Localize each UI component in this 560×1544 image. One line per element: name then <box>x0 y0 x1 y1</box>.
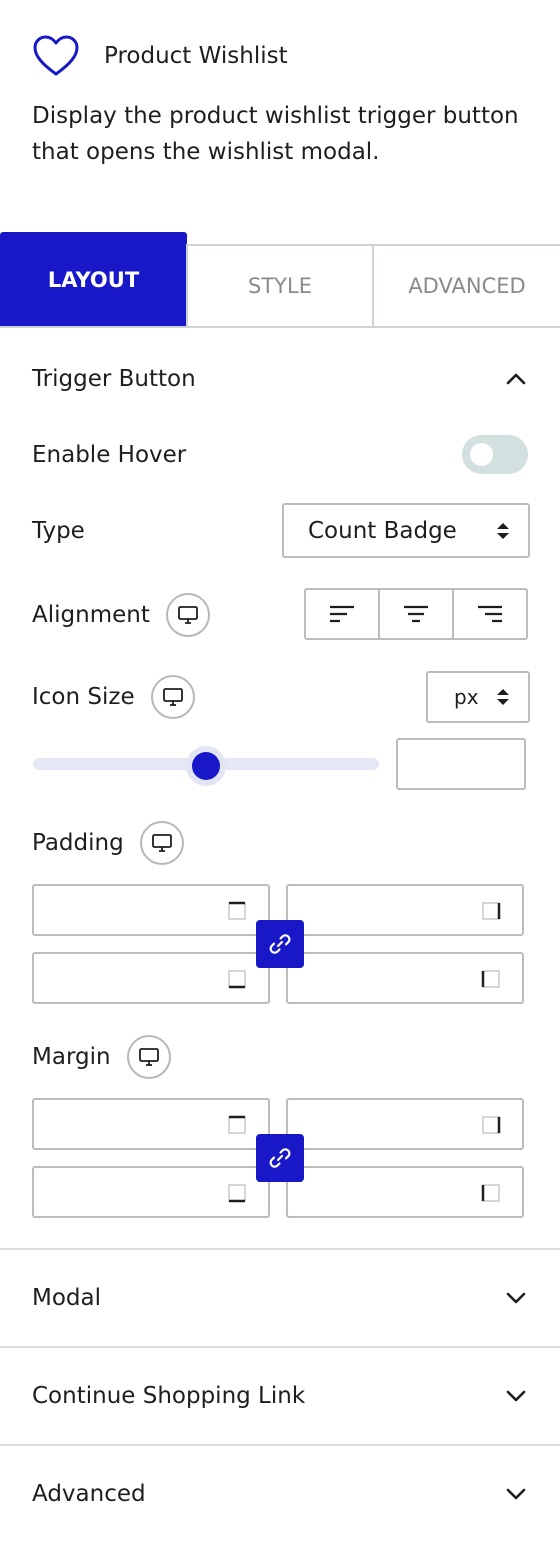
side-left-icon <box>481 1184 500 1202</box>
link-icon <box>269 934 291 954</box>
align-right-icon <box>478 605 502 623</box>
margin-link-button[interactable] <box>256 1134 304 1182</box>
section-title: Continue Shopping Link <box>32 1383 306 1409</box>
chevron-up-icon[interactable] <box>504 367 528 391</box>
section-header-advanced[interactable]: Advanced <box>0 1446 560 1542</box>
side-bottom-icon <box>228 970 246 989</box>
responsive-device-button[interactable] <box>139 821 184 865</box>
chevron-down-icon[interactable] <box>504 1482 528 1506</box>
align-left-button[interactable] <box>306 590 380 638</box>
desktop-icon <box>151 834 172 852</box>
tab-style[interactable]: STYLE <box>186 244 374 328</box>
chevron-down-icon[interactable] <box>504 1286 528 1310</box>
enable-hover-label: Enable Hover <box>32 442 187 468</box>
icon-size-label: Icon Size <box>32 684 135 710</box>
section-header-modal[interactable]: Modal <box>0 1250 560 1346</box>
margin-label: Margin <box>32 1044 111 1070</box>
block-description: Display the product wishlist trigger but… <box>32 103 519 165</box>
block-header: Product Wishlist <box>32 34 288 78</box>
icon-size-input[interactable] <box>396 738 526 790</box>
tabs-divider <box>0 326 560 328</box>
margin-row: Margin <box>32 1034 171 1080</box>
section-header-trigger-button[interactable]: Trigger Button <box>0 354 560 404</box>
padding-link-button[interactable] <box>256 920 304 968</box>
chevron-down-icon[interactable] <box>504 1384 528 1408</box>
link-icon <box>269 1148 291 1168</box>
section-title: Modal <box>32 1285 101 1311</box>
alignment-label: Alignment <box>32 602 150 628</box>
tab-layout[interactable]: LAYOUT <box>0 232 187 328</box>
heart-icon <box>33 35 79 76</box>
enable-hover-row: Enable Hover <box>32 438 186 472</box>
toggle-knob <box>470 443 493 466</box>
responsive-device-button[interactable] <box>126 1035 171 1079</box>
enable-hover-toggle[interactable] <box>462 435 528 474</box>
section-header-continue-shopping-link[interactable]: Continue Shopping Link <box>0 1348 560 1444</box>
margin-left-input[interactable] <box>286 1166 524 1218</box>
type-select-value: Count Badge <box>308 517 457 544</box>
padding-right-input[interactable] <box>286 884 524 936</box>
alignment-button-group <box>304 588 528 640</box>
icon-size-row: Icon Size <box>32 672 195 722</box>
align-right-button[interactable] <box>454 590 526 638</box>
type-select[interactable]: Count Badge <box>282 503 530 558</box>
responsive-device-button[interactable] <box>165 593 210 637</box>
unit-select-value: px <box>454 685 479 709</box>
section-title: Advanced <box>32 1481 146 1507</box>
block-title: Product Wishlist <box>104 43 288 69</box>
padding-row: Padding <box>32 820 184 866</box>
panel-tabs: LAYOUT STYLE ADVANCED <box>0 232 560 328</box>
align-center-button[interactable] <box>380 590 454 638</box>
padding-label: Padding <box>32 830 124 856</box>
side-right-icon <box>482 902 501 920</box>
align-center-icon <box>404 605 428 623</box>
margin-right-input[interactable] <box>286 1098 524 1150</box>
select-arrows-icon <box>497 689 509 705</box>
margin-bottom-input[interactable] <box>32 1166 270 1218</box>
select-arrows-icon <box>497 522 509 539</box>
icon-size-slider-thumb[interactable] <box>192 752 220 780</box>
margin-top-input[interactable] <box>32 1098 270 1150</box>
desktop-icon <box>138 1048 159 1066</box>
desktop-icon <box>177 606 198 624</box>
type-label: Type <box>32 518 85 544</box>
side-bottom-icon <box>228 1184 246 1203</box>
side-right-icon <box>482 1116 501 1134</box>
alignment-row: Alignment <box>32 590 210 640</box>
section-title: Trigger Button <box>32 366 196 392</box>
side-top-icon <box>228 901 246 920</box>
desktop-icon <box>162 688 183 706</box>
tab-advanced[interactable]: ADVANCED <box>372 244 560 328</box>
align-left-icon <box>330 605 354 623</box>
type-row: Type <box>32 514 85 548</box>
padding-left-input[interactable] <box>286 952 524 1004</box>
side-left-icon <box>481 970 500 988</box>
side-top-icon <box>228 1115 246 1134</box>
icon-size-unit-select[interactable]: px <box>426 671 530 723</box>
padding-top-input[interactable] <box>32 884 270 936</box>
responsive-device-button[interactable] <box>150 675 195 719</box>
padding-bottom-input[interactable] <box>32 952 270 1004</box>
